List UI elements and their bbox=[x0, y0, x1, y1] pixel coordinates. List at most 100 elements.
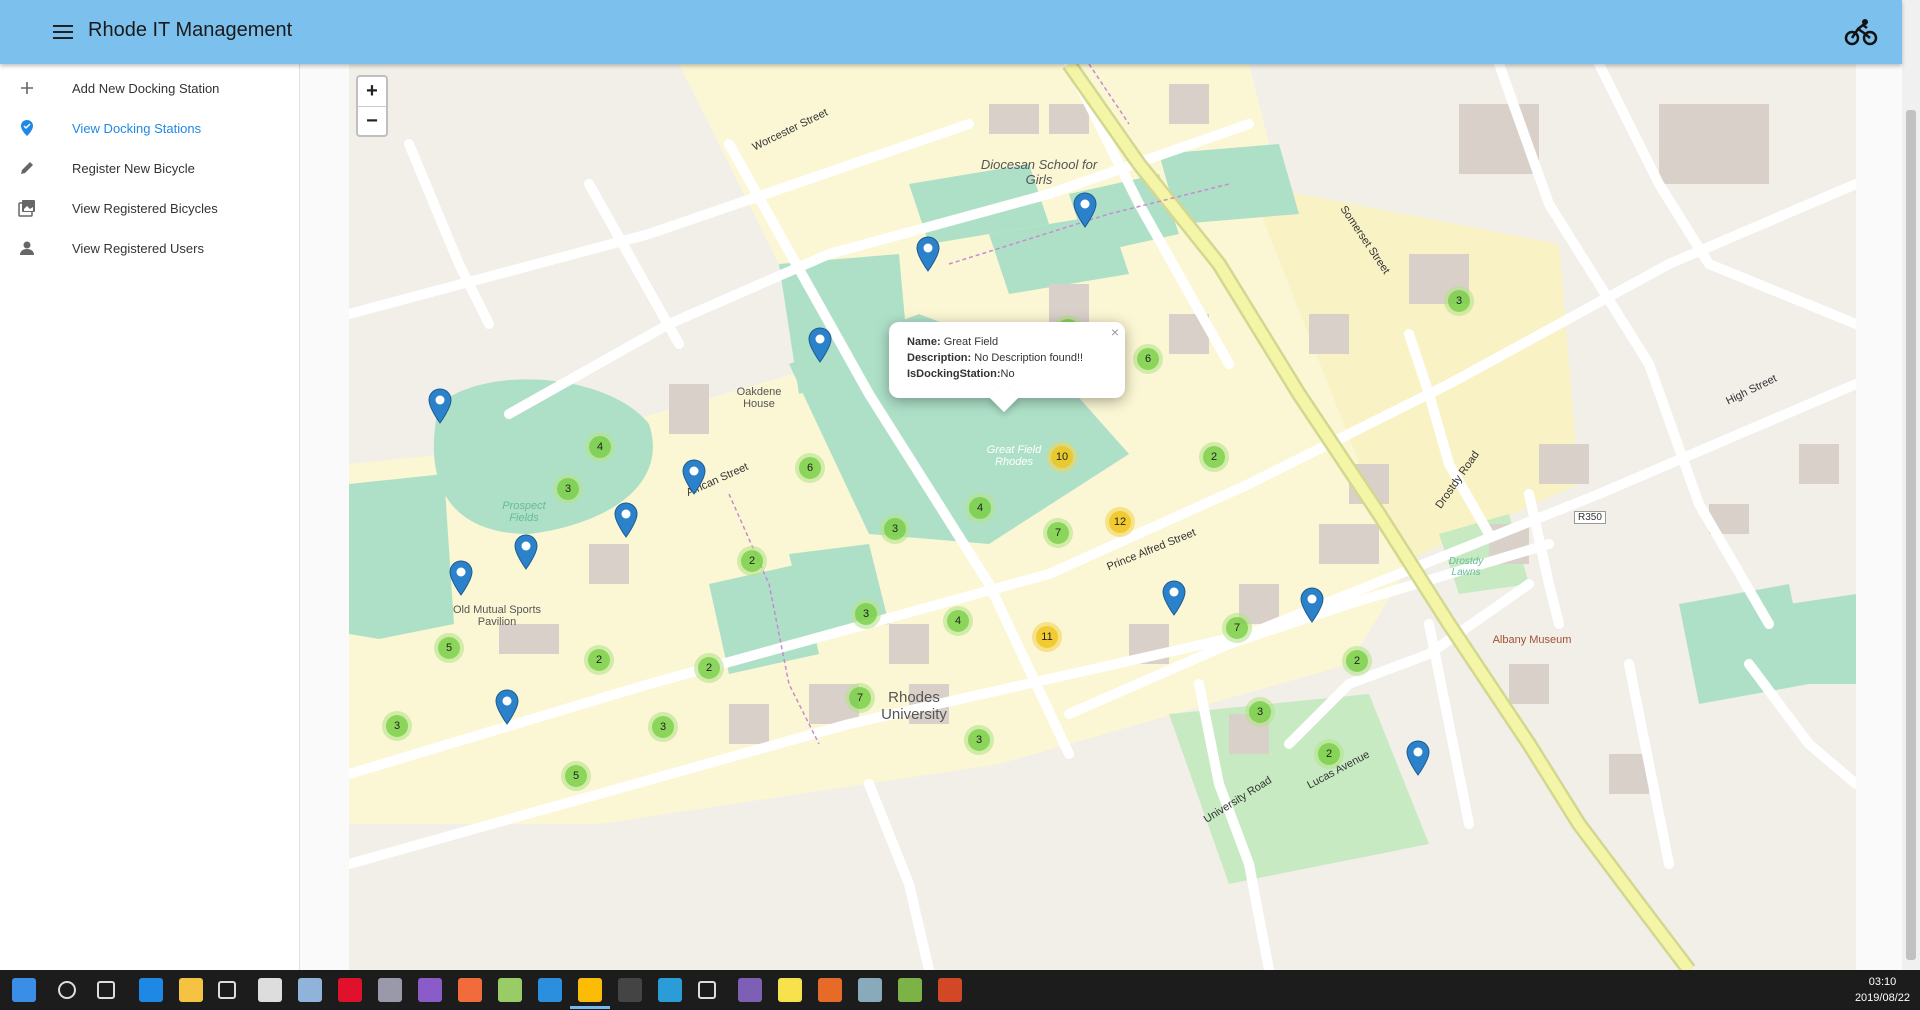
cluster-count: 3 bbox=[968, 729, 990, 751]
zoom-in-button[interactable]: + bbox=[358, 77, 386, 106]
network-icon[interactable] bbox=[298, 978, 322, 1002]
cluster-count: 5 bbox=[565, 765, 587, 787]
cluster-count: 3 bbox=[557, 478, 579, 500]
marker-cluster[interactable]: 2 bbox=[737, 546, 767, 576]
map-pin-marker[interactable] bbox=[495, 689, 519, 725]
powerpoint-icon[interactable] bbox=[938, 978, 962, 1002]
cluster-count: 10 bbox=[1051, 446, 1073, 468]
marker-cluster[interactable]: 2 bbox=[584, 645, 614, 675]
popup-name: Great Field bbox=[943, 336, 999, 348]
marker-cluster[interactable]: 4 bbox=[585, 432, 615, 462]
visual-studio-icon[interactable] bbox=[418, 978, 442, 1002]
marker-cluster[interactable]: 6 bbox=[1133, 344, 1163, 374]
mail-icon[interactable] bbox=[258, 978, 282, 1002]
nav-label: View Registered Bicycles bbox=[72, 200, 218, 216]
marker-cluster[interactable]: 2 bbox=[1314, 739, 1344, 769]
marker-cluster[interactable]: 3 bbox=[553, 474, 583, 504]
map-pin-marker[interactable] bbox=[808, 327, 832, 363]
marker-cluster[interactable]: 3 bbox=[964, 725, 994, 755]
map-pin-marker[interactable] bbox=[916, 236, 940, 272]
marker-cluster[interactable]: 3 bbox=[1444, 286, 1474, 316]
map-pin-marker[interactable] bbox=[682, 459, 706, 495]
menu-icon[interactable] bbox=[50, 22, 76, 42]
map-pin-marker[interactable] bbox=[1162, 580, 1186, 616]
popup-name-label: Name: bbox=[907, 336, 941, 348]
bicycle-icon[interactable] bbox=[1844, 16, 1878, 48]
marker-cluster[interactable]: 10 bbox=[1047, 442, 1077, 472]
map-pin-marker[interactable] bbox=[614, 502, 638, 538]
app-icon[interactable] bbox=[818, 978, 842, 1002]
unity-icon[interactable] bbox=[698, 981, 716, 999]
app-bar: Rhode IT Management bbox=[0, 0, 1902, 64]
vscode-icon[interactable] bbox=[538, 978, 562, 1002]
map-view[interactable]: Diocesan School for Girls Rhodes Univers… bbox=[349, 64, 1856, 970]
edge-browser-icon[interactable] bbox=[139, 978, 163, 1002]
marker-cluster[interactable]: 7 bbox=[1043, 518, 1073, 548]
cluster-count: 6 bbox=[799, 457, 821, 479]
app-icon[interactable] bbox=[658, 978, 682, 1002]
map-pin-marker[interactable] bbox=[1300, 587, 1324, 623]
marker-cluster[interactable]: 5 bbox=[561, 761, 591, 791]
page-scrollbar[interactable] bbox=[1902, 0, 1920, 970]
marker-cluster[interactable]: 7 bbox=[845, 683, 875, 713]
active-app-indicator bbox=[570, 1006, 610, 1009]
taskbar-clock[interactable]: 03:10 2019/08/22 bbox=[1855, 974, 1910, 1006]
popup-close-button[interactable]: × bbox=[1111, 324, 1119, 340]
map-label: Old Mutual Sports Pavilion bbox=[452, 604, 542, 628]
map-pin-marker[interactable] bbox=[514, 534, 538, 570]
marker-cluster[interactable]: 4 bbox=[943, 606, 973, 636]
cluster-count: 7 bbox=[1226, 617, 1248, 639]
marker-cluster[interactable]: 7 bbox=[1222, 613, 1252, 643]
marker-cluster[interactable]: 12 bbox=[1105, 507, 1135, 537]
marker-cluster[interactable]: 4 bbox=[965, 493, 995, 523]
taskbar: 03:10 2019/08/22 bbox=[0, 970, 1920, 1010]
clock-time: 03:10 bbox=[1868, 976, 1897, 988]
marker-cluster[interactable]: 2 bbox=[1199, 442, 1229, 472]
windows-start-icon[interactable] bbox=[12, 978, 36, 1002]
map-pin-marker[interactable] bbox=[1073, 192, 1097, 228]
map-tiles[interactable] bbox=[349, 64, 1856, 970]
plus-icon bbox=[16, 77, 38, 99]
terminal-icon[interactable] bbox=[618, 978, 642, 1002]
cluster-count: 2 bbox=[1318, 743, 1340, 765]
file-explorer-icon[interactable] bbox=[179, 978, 203, 1002]
app-icon[interactable] bbox=[898, 978, 922, 1002]
nav-add-docking-station[interactable]: Add New Docking Station bbox=[0, 68, 300, 108]
cluster-count: 3 bbox=[1448, 290, 1470, 312]
popup-desc-label: Description: bbox=[907, 352, 972, 364]
location-icon bbox=[16, 117, 38, 139]
map-pin-marker[interactable] bbox=[1406, 740, 1430, 776]
postgres-icon[interactable] bbox=[378, 978, 402, 1002]
marker-cluster[interactable]: 5 bbox=[434, 633, 464, 663]
app-icon[interactable] bbox=[738, 978, 762, 1002]
cluster-count: 3 bbox=[386, 715, 408, 737]
marker-cluster[interactable]: 3 bbox=[851, 599, 881, 629]
app-icon[interactable] bbox=[498, 978, 522, 1002]
nav-view-docking-stations[interactable]: View Docking Stations bbox=[0, 108, 300, 148]
cluster-count: 3 bbox=[884, 518, 906, 540]
marker-cluster[interactable]: 3 bbox=[880, 514, 910, 544]
search-icon[interactable] bbox=[58, 981, 76, 999]
marker-cluster[interactable]: 2 bbox=[694, 653, 724, 683]
chrome-icon[interactable] bbox=[578, 978, 602, 1002]
map-pin-marker[interactable] bbox=[449, 560, 473, 596]
cluster-count: 2 bbox=[1346, 650, 1368, 672]
opera-icon[interactable] bbox=[338, 978, 362, 1002]
nav-view-users[interactable]: View Registered Users bbox=[0, 228, 300, 268]
nav-view-bicycles[interactable]: View Registered Bicycles bbox=[0, 188, 300, 228]
cluster-count: 3 bbox=[652, 716, 674, 738]
sticky-notes-icon[interactable] bbox=[778, 978, 802, 1002]
marker-cluster[interactable]: 2 bbox=[1342, 646, 1372, 676]
marker-cluster[interactable]: 11 bbox=[1032, 622, 1062, 652]
zoom-out-button[interactable]: − bbox=[358, 106, 386, 135]
postman-icon[interactable] bbox=[458, 978, 482, 1002]
marker-cluster[interactable]: 3 bbox=[382, 711, 412, 741]
map-pin-marker[interactable] bbox=[428, 388, 452, 424]
marker-cluster[interactable]: 3 bbox=[648, 712, 678, 742]
nav-register-bicycle[interactable]: Register New Bicycle bbox=[0, 148, 300, 188]
store-icon[interactable] bbox=[218, 981, 236, 999]
marker-cluster[interactable]: 6 bbox=[795, 453, 825, 483]
marker-cluster[interactable]: 3 bbox=[1245, 697, 1275, 727]
app-icon[interactable] bbox=[858, 978, 882, 1002]
task-view-icon[interactable] bbox=[97, 981, 115, 999]
